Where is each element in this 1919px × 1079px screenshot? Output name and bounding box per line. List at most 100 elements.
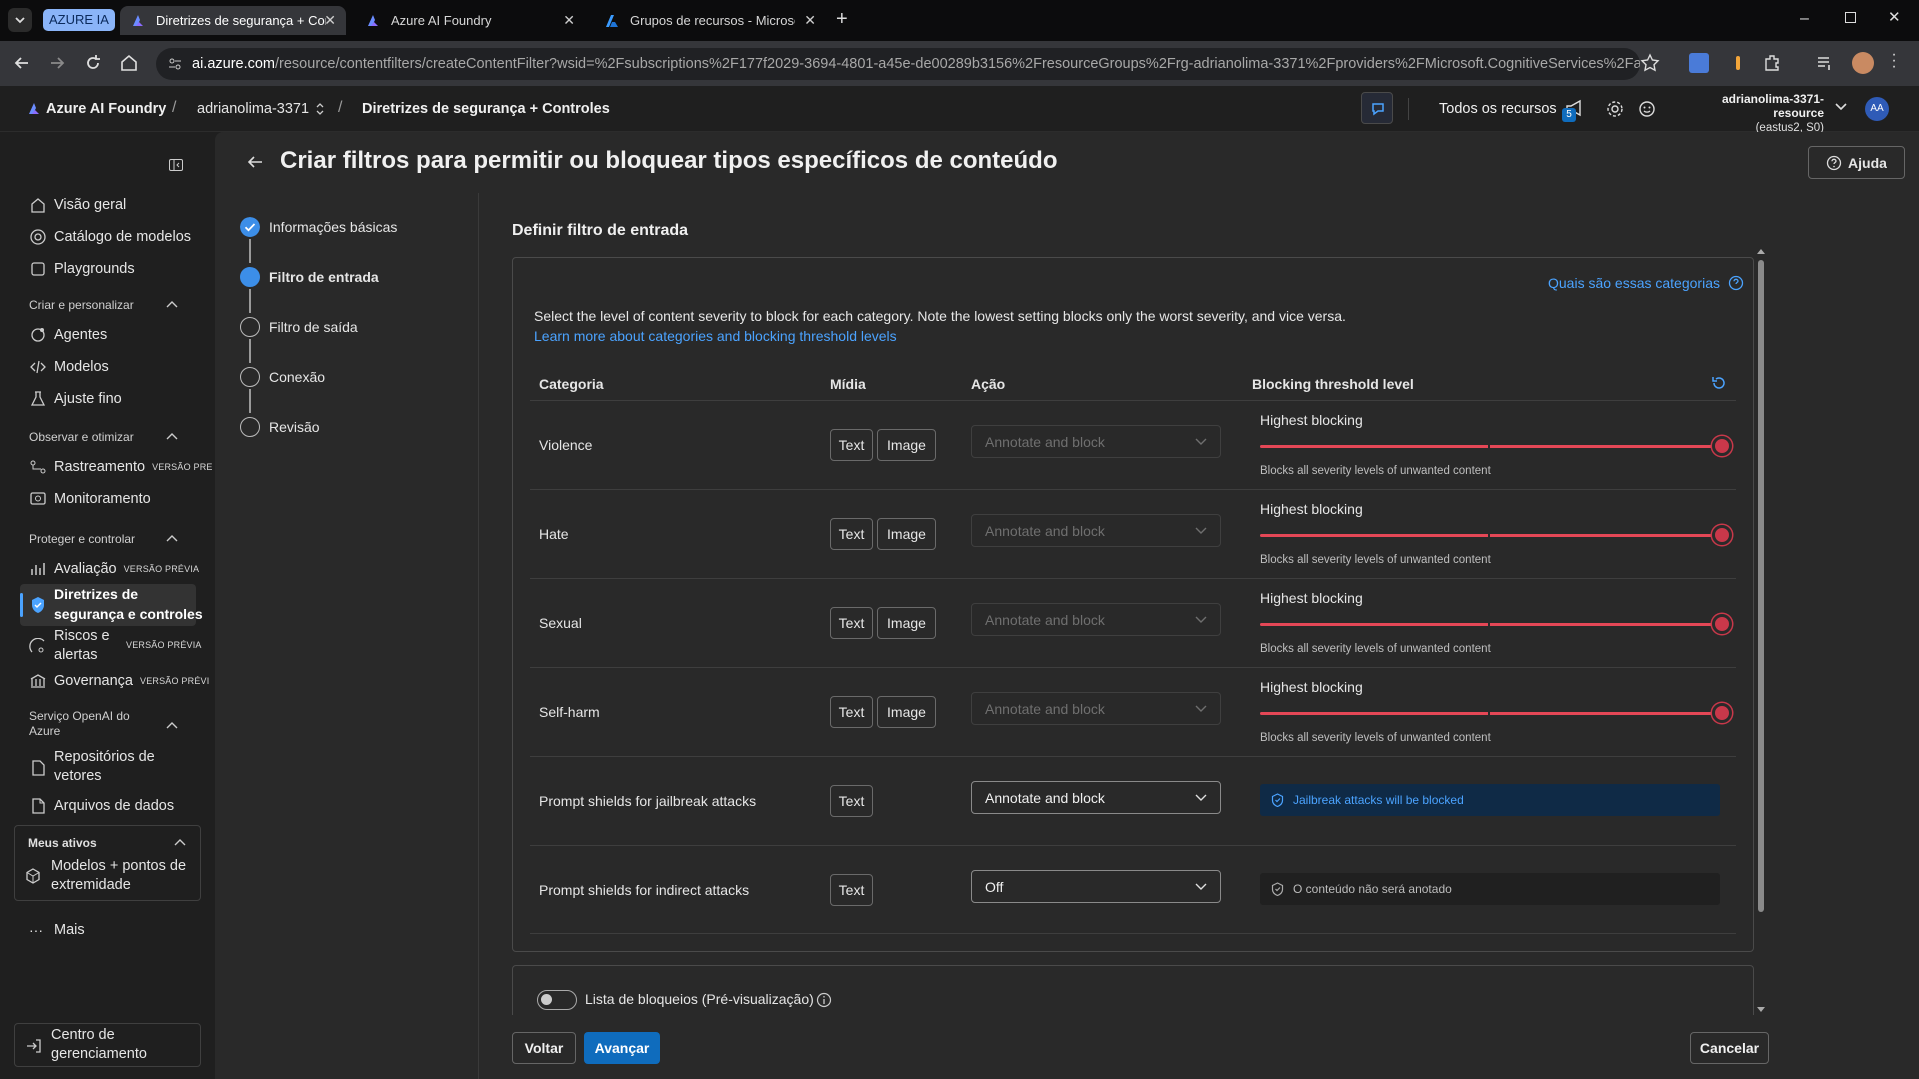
tab-content-filters[interactable]: Diretrizes de segurança + Cont ✕ [120,6,346,35]
address-bar[interactable]: ai.azure.com/resource/contentfilters/cre… [156,48,1640,80]
close-icon[interactable]: ✕ [804,12,816,29]
sidebar-item-evaluation[interactable]: Avaliação VERSÃO PRÉVIA [29,560,199,578]
app-name-link[interactable]: Azure AI Foundry [46,101,166,117]
action-dropdown[interactable]: Annotate and block [971,425,1221,458]
threshold-slider-thumb[interactable] [1712,703,1732,723]
announcements-button[interactable]: 5 [1562,98,1590,122]
close-icon[interactable]: ✕ [563,12,575,29]
threshold-slider-track[interactable] [1260,623,1722,626]
action-dropdown[interactable]: Annotate and block [971,692,1221,725]
threshold-slider-thumb[interactable] [1712,436,1732,456]
chevron-down-icon[interactable] [1834,102,1848,112]
scrollbar-thumb[interactable] [1758,260,1764,912]
threshold-slider-track[interactable] [1260,712,1722,715]
project-selector[interactable]: adrianolima-3371 [197,101,325,117]
back-arrow-icon[interactable] [12,53,32,73]
help-button[interactable]: Ajuda [1808,146,1905,179]
step-input-filter[interactable]: Filtro de entrada [240,267,379,287]
media-image-toggle[interactable]: Image [877,696,936,728]
sidebar-item-model-catalog[interactable]: Catálogo de modelos [29,228,199,246]
chevron-up-icon[interactable] [174,838,186,846]
threshold-slider-thumb[interactable] [1712,614,1732,634]
forward-arrow-icon[interactable] [47,53,67,73]
media-text-toggle[interactable]: Text [830,874,873,906]
sidebar-item-risks-alerts[interactable]: Riscos e alertas VERSÃO PRÉVIA [29,626,201,666]
back-arrow-icon[interactable] [245,152,265,172]
media-image-toggle[interactable]: Image [877,429,936,461]
management-center-button[interactable]: Centro de gerenciamento [14,1023,201,1067]
section-create-customize[interactable]: Criar e personalizar [29,298,189,312]
profile-avatar[interactable] [1852,52,1874,74]
sidebar-item-governance[interactable]: Governança VERSÃO PRÉVI [29,672,209,690]
scrollbar[interactable] [1757,248,1765,1013]
chevron-up-icon[interactable] [166,432,178,440]
close-window-button[interactable]: ✕ [1888,8,1901,26]
media-text-toggle[interactable]: Text [830,607,873,639]
reset-icon[interactable] [1711,375,1727,391]
media-text-toggle[interactable]: Text [830,518,873,550]
action-dropdown[interactable]: Annotate and block [971,781,1221,814]
restore-button[interactable] [1845,12,1856,23]
sidebar-item-overview[interactable]: Visão geral [29,196,199,214]
user-avatar[interactable]: AA [1865,97,1889,121]
extensions-puzzle-icon[interactable] [1762,53,1782,73]
home-icon[interactable] [119,53,139,73]
tab-azure-ai-foundry[interactable]: Azure AI Foundry ✕ [355,6,585,35]
step-connection[interactable]: Conexão [240,367,325,387]
sidebar-item-agents[interactable]: Agentes [29,326,199,344]
threshold-slider-thumb[interactable] [1712,525,1732,545]
threshold-slider-track[interactable] [1260,534,1722,537]
learn-more-link[interactable]: Learn more about categories and blocking… [534,328,897,344]
sidebar-item-more[interactable]: ··· Mais [29,922,199,938]
section-observe-optimize[interactable]: Observar e otimizar [29,430,189,444]
sidebar-item-safety-controls[interactable]: Diretrizes de segurança e controles [20,584,203,626]
action-dropdown[interactable]: Off [971,870,1221,903]
chevron-up-icon[interactable] [166,300,178,308]
my-assets-title[interactable]: Meus ativos [28,836,97,850]
media-text-toggle[interactable]: Text [830,785,873,817]
reload-icon[interactable] [83,53,103,73]
cancel-button[interactable]: Cancelar [1690,1032,1769,1064]
action-dropdown[interactable]: Annotate and block [971,514,1221,547]
media-text-toggle[interactable]: Text [830,696,873,728]
tab-resource-groups[interactable]: Grupos de recursos - Microsoft ✕ [594,6,826,35]
scroll-down-icon[interactable] [1757,1005,1765,1013]
media-control-icon[interactable] [1815,53,1835,73]
tab-group-label[interactable]: AZURE IA [43,9,115,31]
minimize-button[interactable]: – [1800,10,1809,28]
media-image-toggle[interactable]: Image [877,518,936,550]
next-button[interactable]: Avançar [584,1032,660,1064]
sidebar-item-monitoring[interactable]: Monitoramento [29,490,199,508]
chevron-up-icon[interactable] [166,721,178,729]
step-review[interactable]: Revisão [240,417,320,437]
sidebar-item-models[interactable]: Modelos [29,358,199,376]
sidebar-item-tracing[interactable]: Rastreamento VERSÃO PRE [29,458,212,476]
close-icon[interactable]: ✕ [324,12,336,29]
settings-gear-icon[interactable] [1605,99,1625,119]
media-text-toggle[interactable]: Text [830,429,873,461]
translate-extension-icon[interactable] [1689,53,1709,73]
browser-menu-button[interactable]: · · · [1891,47,1897,75]
info-icon[interactable] [816,992,832,1008]
sidebar-item-data-files[interactable]: Arquivos de dados [29,797,199,815]
star-icon[interactable] [1640,53,1660,73]
action-dropdown[interactable]: Annotate and block [971,603,1221,636]
step-output-filter[interactable]: Filtro de saída [240,317,358,337]
collapse-sidebar-icon[interactable] [168,157,184,173]
new-tab-button[interactable]: + [836,8,848,31]
extension-icon[interactable] [1728,53,1748,73]
categories-help-link[interactable]: Quais são essas categorias [1548,275,1744,291]
back-button[interactable]: Voltar [512,1032,576,1064]
tab-search-button[interactable] [8,8,32,32]
feedback-smiley-icon[interactable] [1637,99,1657,119]
section-protect-govern[interactable]: Proteger e controlar [29,532,189,546]
sidebar-item-vector-stores[interactable]: Repositórios de vetores [29,748,199,788]
step-basic-info[interactable]: Informações básicas [240,217,397,237]
sidebar-item-playgrounds[interactable]: Playgrounds [29,260,199,278]
all-resources-link[interactable]: Todos os recursos [1439,101,1557,117]
section-azure-openai[interactable]: Serviço OpenAI do Azure [29,709,179,738]
sidebar-item-fine-tuning[interactable]: Ajuste fino [29,390,199,408]
media-image-toggle[interactable]: Image [877,607,936,639]
chevron-up-icon[interactable] [166,534,178,542]
resource-selector[interactable]: adrianolima-3371-resource (eastus2, S0) [1674,92,1824,134]
